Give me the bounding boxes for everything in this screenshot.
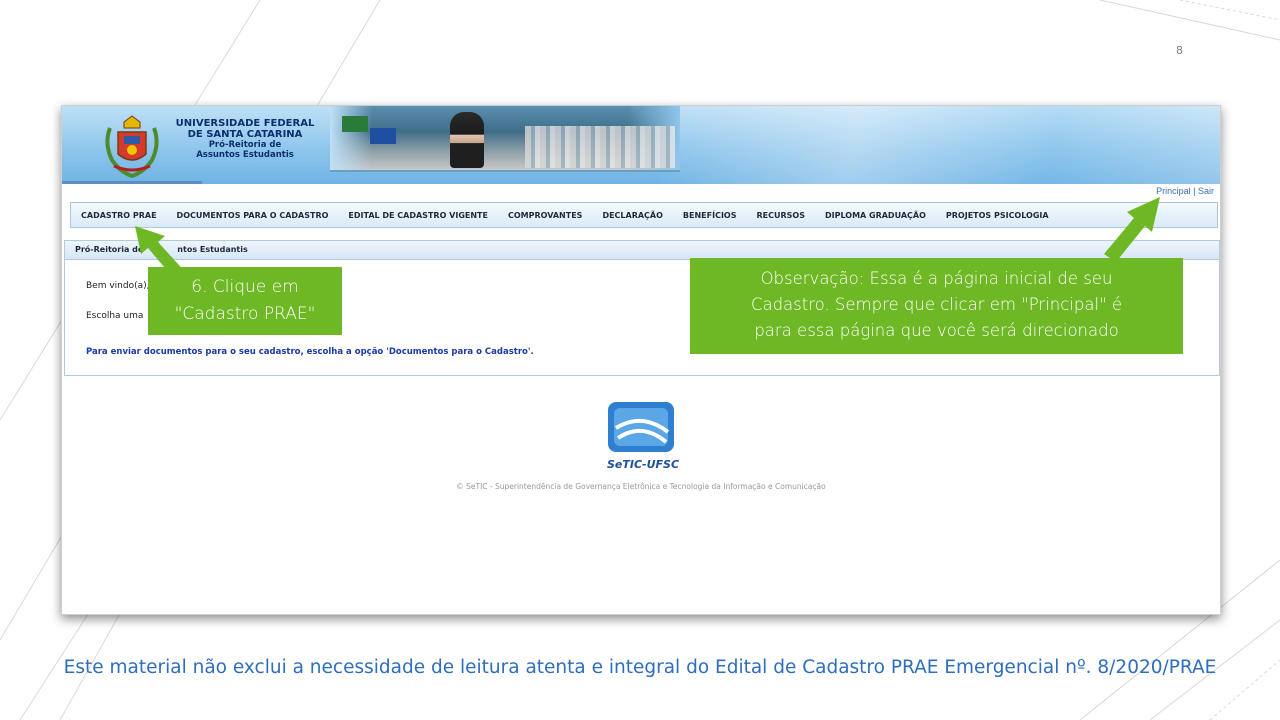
observation-callout: Observação: Essa é a página inicial de s… (690, 258, 1183, 354)
menu-item-recursos[interactable]: RECURSOS (747, 211, 815, 220)
observation-line-3: para essa página que você será direciona… (754, 321, 1119, 340)
menu-item-cadastro-prae[interactable]: CADASTRO PRAE (71, 211, 167, 220)
flag-icon (342, 116, 368, 132)
banner-line-1: UNIVERSIDADE FEDERAL (175, 118, 315, 129)
principal-link[interactable]: Principal (1156, 186, 1191, 196)
step6-line-2: "Cadastro PRAE" (174, 304, 316, 324)
choose-text: Escolha uma (86, 311, 144, 321)
banner-line-3: Pró-Reitoria de (208, 140, 282, 150)
banner-line-2: DE SANTA CATARINA (187, 129, 303, 140)
menu-item-comprovantes[interactable]: COMPROVANTES (498, 211, 592, 220)
menu-item-beneficios[interactable]: BENEFÍCIOS (673, 211, 747, 220)
disclaimer-text: Este material não exclui a necessidade d… (63, 657, 1217, 678)
sair-link[interactable]: Sair (1198, 186, 1214, 196)
menu-item-projetos-psicologia[interactable]: PROJETOS PSICOLOGIA (936, 211, 1059, 220)
university-name: UNIVERSIDADE FEDERAL DE SANTA CATARINA P… (166, 118, 324, 160)
top-links: Principal | Sair (1156, 186, 1214, 196)
copyright-text: © SeTIC - Superintendência de Governança… (456, 482, 826, 491)
banner-underline (62, 181, 202, 184)
observation-line-2: Cadastro. Sempre que clicar em "Principa… (750, 295, 1123, 314)
info-text: Para enviar documentos para o seu cadast… (86, 347, 534, 357)
menu-item-diploma[interactable]: DIPLOMA GRADUAÇÃO (815, 211, 936, 220)
flag-icon (370, 128, 396, 144)
main-menu: CADASTRO PRAE DOCUMENTOS PARA O CADASTRO… (70, 202, 1218, 228)
panel-header-left: Pró-Reitoria de (75, 245, 144, 254)
observation-line-1: Observação: Essa é a página inicial de s… (760, 269, 1113, 288)
step6-line-1: 6. Clique em (191, 277, 299, 297)
step6-callout: 6. Clique em "Cadastro PRAE" (148, 267, 342, 335)
person-image (450, 112, 484, 168)
menu-item-edital[interactable]: EDITAL DE CADASTRO VIGENTE (338, 211, 498, 220)
banner-line-4: Assuntos Estudantis (196, 150, 294, 160)
slide-number: 8 (1176, 44, 1183, 57)
menu-item-documentos[interactable]: DOCUMENTOS PARA O CADASTRO (167, 211, 339, 220)
link-separator: | (1190, 186, 1198, 196)
menu-item-declaracao[interactable]: DECLARAÇÃO (592, 211, 672, 220)
banner-photo-collage (330, 106, 680, 172)
city-image (525, 126, 675, 168)
site-banner: UNIVERSIDADE FEDERAL DE SANTA CATARINA P… (62, 106, 1220, 184)
web-page-screenshot: UNIVERSIDADE FEDERAL DE SANTA CATARINA P… (61, 105, 1221, 615)
setic-logo-text: SeTIC-UFSC (606, 458, 680, 471)
ufsc-crest-icon (105, 115, 159, 178)
panel-header-right: ntos Estudantis (177, 245, 248, 254)
welcome-text: Bem vindo(a), (86, 281, 150, 291)
banner-gradient (660, 106, 1220, 184)
